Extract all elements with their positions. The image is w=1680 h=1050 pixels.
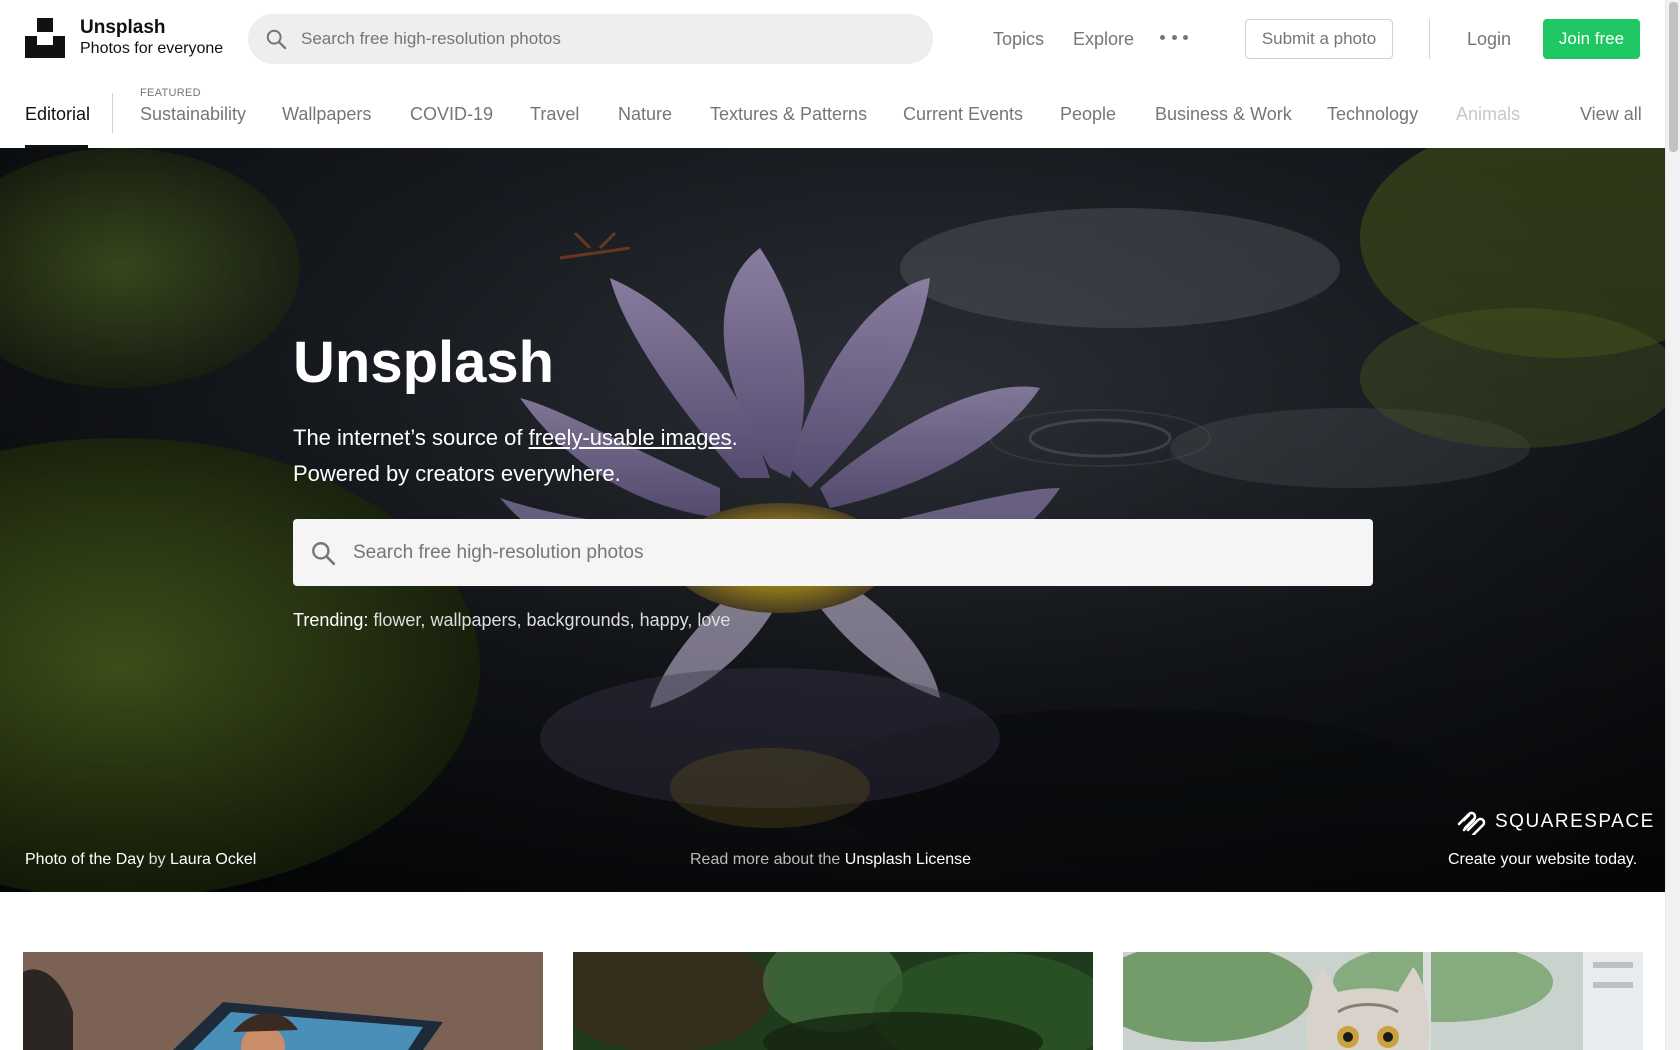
tab-sustainability[interactable]: Sustainability (140, 104, 246, 125)
join-free-button[interactable]: Join free (1543, 19, 1640, 59)
tab-technology[interactable]: Technology (1327, 104, 1418, 125)
tab-animals[interactable]: Animals (1456, 104, 1520, 125)
hero-subtitle-line2: Powered by creators everywhere. (293, 461, 621, 486)
sponsor-name: SQUARESPACE (1495, 811, 1655, 832)
unsplash-license-link[interactable]: Unsplash License (845, 851, 971, 868)
photo-of-the-day-credit: Photo of the Day by Laura Ockel (25, 851, 256, 869)
hero-search-bar[interactable] (293, 519, 1373, 586)
search-icon[interactable] (310, 540, 336, 566)
hero-banner: Unsplash The internet’s source of freely… (0, 148, 1665, 892)
license-note: Read more about the Unsplash License (690, 851, 971, 869)
search-icon[interactable] (265, 28, 287, 50)
hero-search-input[interactable] (353, 541, 1303, 564)
featured-label: FEATURED (140, 87, 201, 99)
submit-photo-button[interactable]: Submit a photo (1245, 19, 1393, 59)
brand-name[interactable]: Unsplash (80, 17, 166, 39)
header-search-bar[interactable] (248, 14, 933, 64)
photo-tile-image (1123, 952, 1643, 1050)
header-search-input[interactable] (301, 29, 881, 49)
squarespace-sponsor-logo[interactable]: SQUARESPACE (1455, 809, 1655, 835)
photo-tile-image (23, 952, 543, 1050)
page-scrollbar[interactable] (1665, 0, 1680, 1050)
tab-wallpapers[interactable]: Wallpapers (282, 104, 371, 125)
header-divider (1429, 19, 1430, 59)
login-link[interactable]: Login (1467, 29, 1511, 50)
license-prefix: Read more about the (690, 851, 841, 868)
tab-covid-19[interactable]: COVID-19 (410, 104, 493, 125)
hero-title: Unsplash (293, 330, 555, 395)
topics-nav: Editorial FEATURED Sustainability Wallpa… (0, 76, 1665, 148)
photographer-link[interactable]: Laura Ockel (170, 851, 256, 868)
squarespace-icon (1457, 811, 1486, 835)
tab-editorial[interactable]: Editorial (25, 104, 90, 125)
trending-tag[interactable]: love (697, 610, 730, 630)
hero-subtitle-suffix: . (731, 425, 738, 450)
tab-current-events[interactable]: Current Events (903, 104, 1023, 125)
trending-tag[interactable]: flower (373, 610, 420, 630)
trending-tag[interactable]: happy (640, 610, 688, 630)
nav-topics[interactable]: Topics (993, 29, 1044, 50)
trending-label: Trending: (293, 610, 369, 630)
brand-tagline: Photos for everyone (80, 40, 224, 57)
trending-tag[interactable]: backgrounds (527, 610, 630, 630)
photo-tile[interactable] (1123, 952, 1643, 1050)
hero-subtitle: The internet’s source of freely-usable i… (293, 420, 738, 492)
photo-tile-image (573, 952, 1093, 1050)
freely-usable-images-link[interactable]: freely-usable images (529, 425, 732, 450)
view-all-link[interactable]: View all (1580, 104, 1642, 125)
tab-business-work[interactable]: Business & Work (1155, 104, 1292, 125)
site-header: Unsplash Photos for everyone Topics Expl… (0, 0, 1665, 76)
photo-tile[interactable] (573, 952, 1093, 1050)
unsplash-logo-icon[interactable] (25, 18, 65, 58)
more-icon[interactable] (1160, 27, 1188, 47)
nav-explore[interactable]: Explore (1073, 29, 1134, 50)
photo-tile[interactable] (23, 952, 543, 1050)
trending-tag[interactable]: wallpapers (430, 610, 516, 630)
tab-textures-patterns[interactable]: Textures & Patterns (710, 104, 867, 125)
tab-people[interactable]: People (1060, 104, 1116, 125)
photo-of-the-day-link[interactable]: Photo of the Day (25, 851, 144, 868)
by-label: by (148, 851, 166, 868)
topics-divider (112, 93, 113, 133)
tab-travel[interactable]: Travel (530, 104, 579, 125)
tab-nature[interactable]: Nature (618, 104, 672, 125)
scrollbar-thumb[interactable] (1669, 2, 1678, 152)
hero-subtitle-prefix: The internet’s source of (293, 425, 529, 450)
trending-searches: Trending: flower, wallpapers, background… (293, 610, 731, 630)
sponsor-tagline[interactable]: Create your website today. (1448, 851, 1637, 869)
